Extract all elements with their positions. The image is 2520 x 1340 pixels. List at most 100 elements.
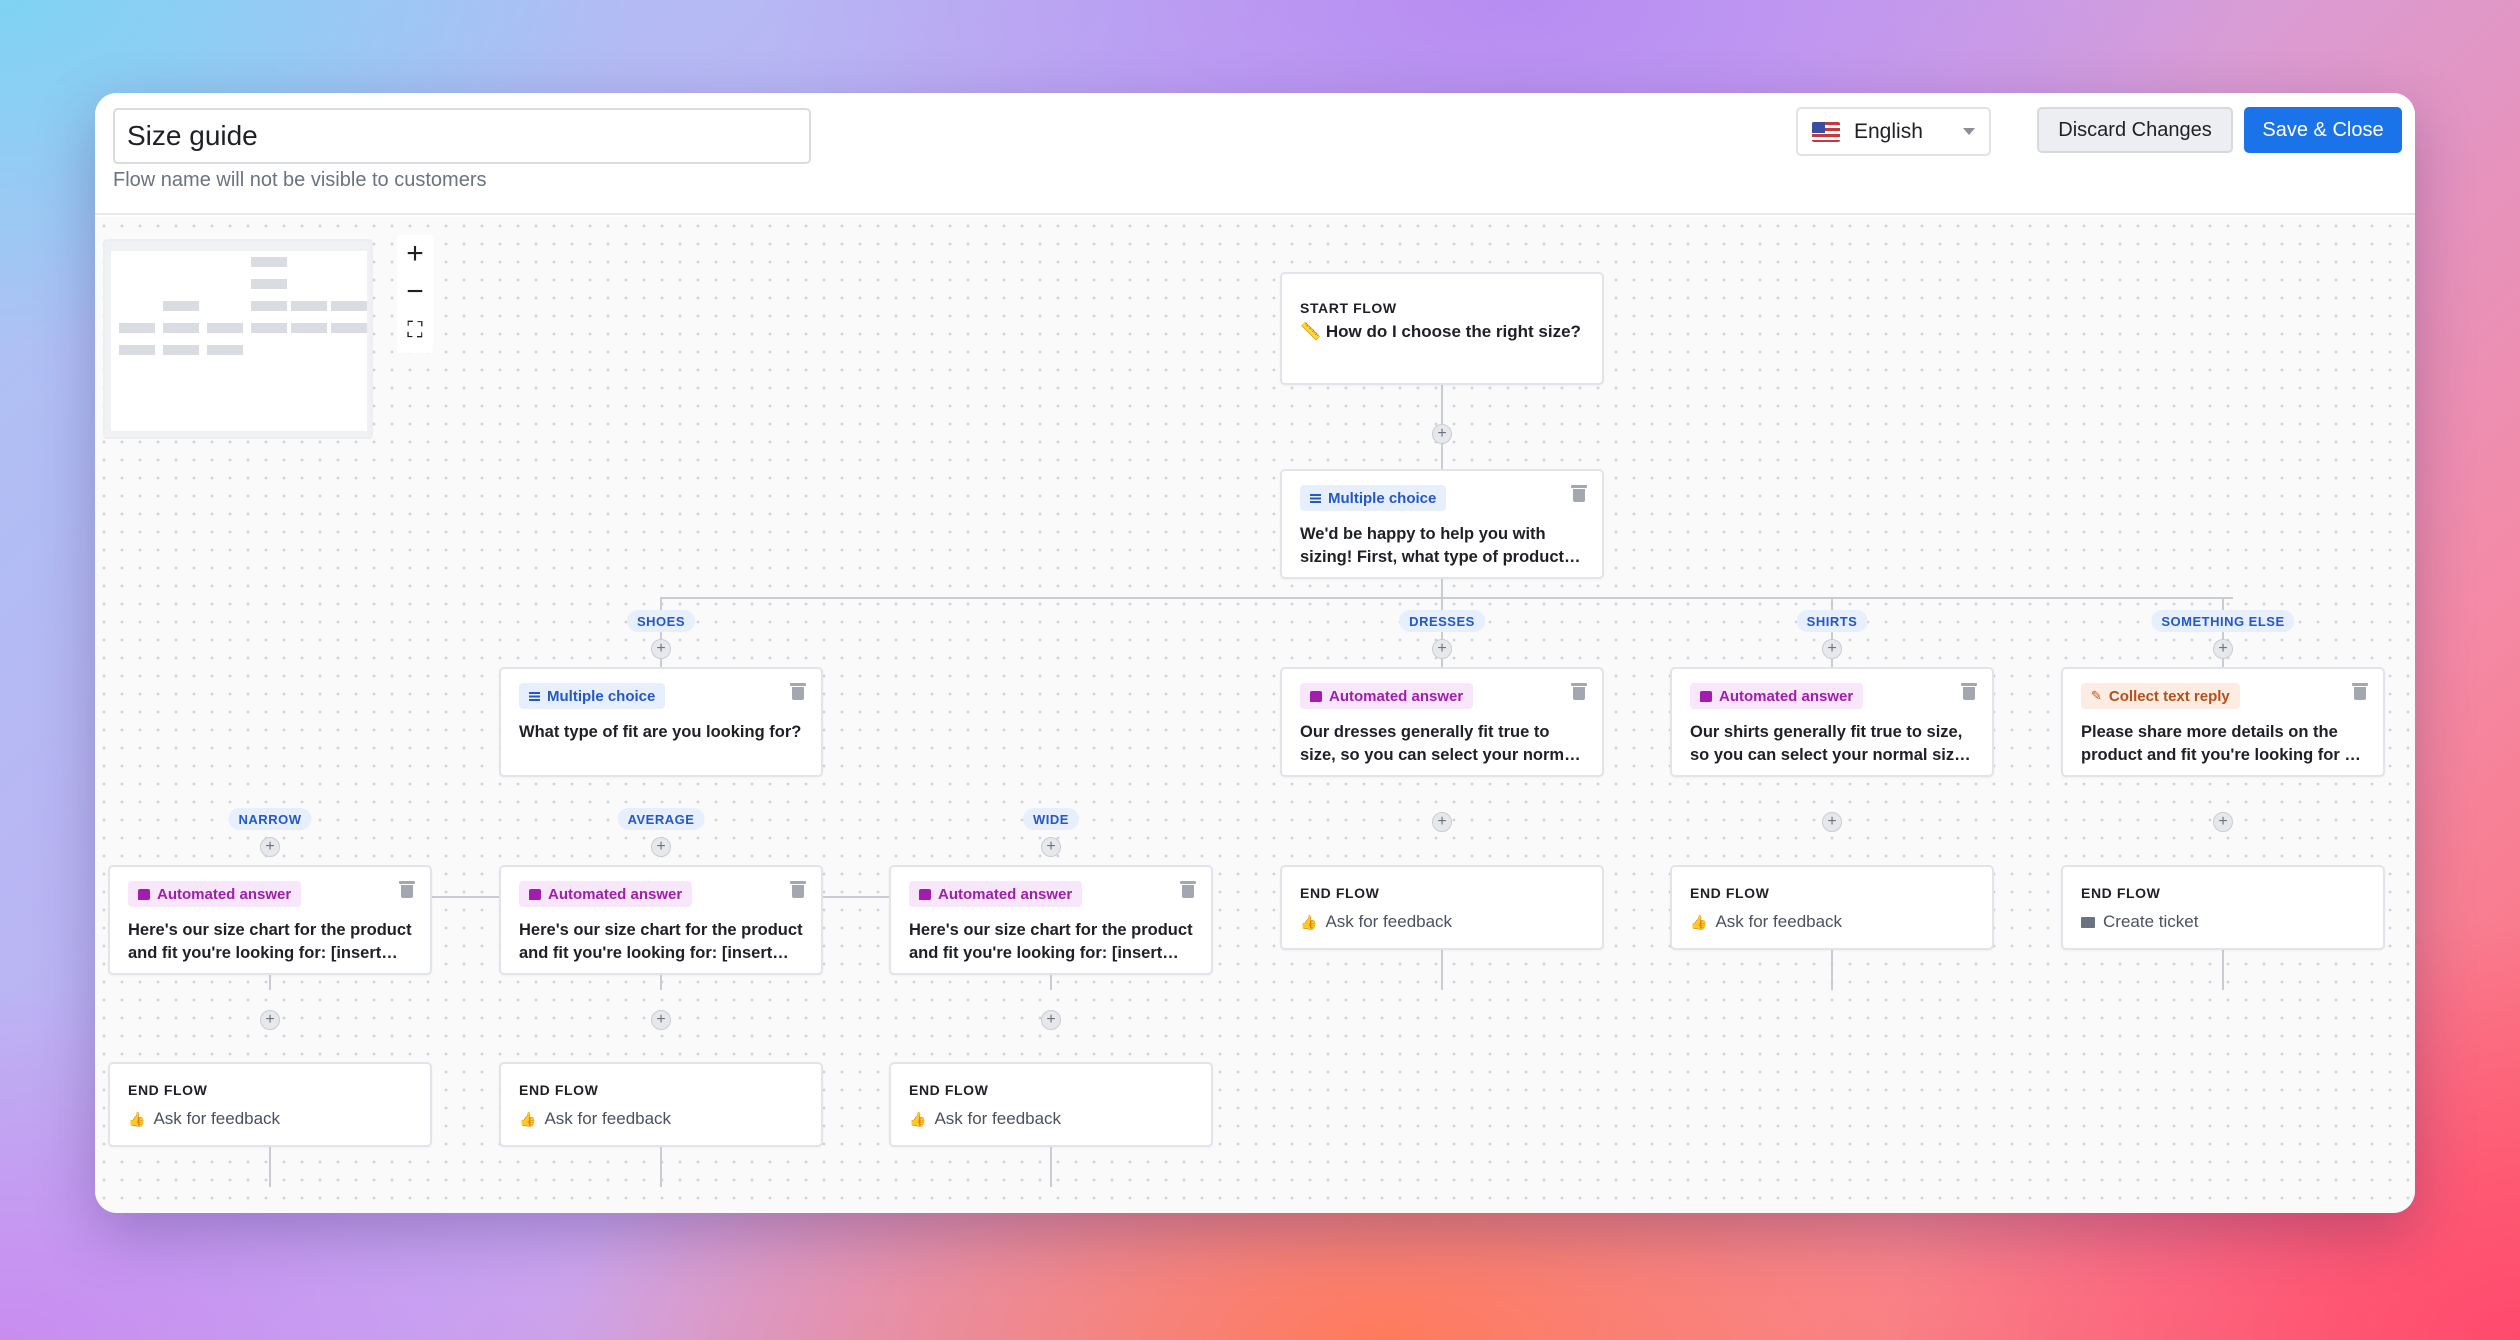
collect-text-reply-node[interactable]: ✎ Collect text reply Please share more de… xyxy=(2061,667,2385,777)
trash-icon[interactable] xyxy=(2352,683,2368,700)
thumbs-up-icon: 👍 xyxy=(128,1110,146,1127)
start-flow-node[interactable]: START FLOW 📏 How do I choose the right s… xyxy=(1280,272,1604,385)
end-flow-node[interactable]: END FLOW 👍 Ask for feedback xyxy=(1670,865,1994,950)
minimap[interactable] xyxy=(103,239,373,439)
thumbs-up-icon: 👍 xyxy=(1690,913,1708,930)
flow-name-input[interactable] xyxy=(113,108,811,164)
editor-header: Flow name will not be visible to custome… xyxy=(95,93,2415,215)
trash-icon[interactable] xyxy=(1180,881,1196,898)
branch-label-average[interactable]: AVERAGE xyxy=(617,808,705,830)
flow-editor-window: Flow name will not be visible to custome… xyxy=(95,93,2415,1213)
end-flow-action: 👍 Ask for feedback xyxy=(1300,912,1453,931)
step-type-tag: Automated answer xyxy=(1300,683,1474,709)
step-message: Please share more details on the product… xyxy=(2081,723,2364,764)
trash-icon[interactable] xyxy=(790,683,806,700)
end-flow-node[interactable]: END FLOW Create ticket xyxy=(2061,865,2385,950)
add-step-button[interactable]: + xyxy=(2213,639,2233,659)
chat-bubble-icon xyxy=(529,888,541,900)
end-flow-node[interactable]: END FLOW 👍 Ask for feedback xyxy=(499,1062,823,1147)
add-step-button[interactable]: + xyxy=(260,837,280,857)
step-type-tag: Multiple choice xyxy=(1300,485,1447,511)
end-flow-action: 👍 Ask for feedback xyxy=(128,1109,281,1128)
add-step-button[interactable]: + xyxy=(651,1010,671,1030)
branch-label-shirts[interactable]: SHIRTS xyxy=(1796,610,1868,632)
step-message: Here's our size chart for the product an… xyxy=(519,921,803,962)
zoom-in-button[interactable]: + xyxy=(397,235,433,273)
discard-changes-button[interactable]: Discard Changes xyxy=(2037,107,2233,153)
add-step-button[interactable]: + xyxy=(1041,837,1061,857)
us-flag-icon xyxy=(1812,121,1840,142)
step-message: Here's our size chart for the product an… xyxy=(909,921,1193,962)
add-step-button[interactable]: + xyxy=(651,837,671,857)
step-type-tag: Automated answer xyxy=(1690,683,1864,709)
minimap-node xyxy=(119,345,155,355)
automated-answer-node[interactable]: Automated answer Here's our size chart f… xyxy=(889,865,1213,975)
trash-icon[interactable] xyxy=(399,881,415,898)
edge xyxy=(660,597,2233,599)
end-flow-node[interactable]: END FLOW 👍 Ask for feedback xyxy=(108,1062,432,1147)
branch-label-dresses[interactable]: DRESSES xyxy=(1399,610,1485,632)
step-type-tag: ✎ Collect text reply xyxy=(2081,683,2240,709)
branch-label-something-else[interactable]: SOMETHING ELSE xyxy=(2151,610,2295,632)
add-step-button[interactable]: + xyxy=(1432,639,1452,659)
language-label: English xyxy=(1854,119,1923,143)
minimap-node xyxy=(163,323,199,333)
language-select[interactable]: English xyxy=(1796,107,1991,156)
thumbs-up-icon: 👍 xyxy=(909,1110,927,1127)
automated-answer-node[interactable]: Automated answer Our shirts generally fi… xyxy=(1670,667,1994,777)
branch-label-wide[interactable]: WIDE xyxy=(1023,808,1079,830)
flow-canvas[interactable]: + − ⛶ + + + + + + + + + + + + + + SHOES … xyxy=(95,217,2415,1213)
trash-icon[interactable] xyxy=(1571,683,1587,700)
branch-label-narrow[interactable]: NARROW xyxy=(228,808,312,830)
pencil-icon: ✎ xyxy=(2091,688,2102,703)
minimap-viewport xyxy=(111,251,367,431)
thumbs-up-icon: 👍 xyxy=(519,1110,537,1127)
end-flow-label: END FLOW xyxy=(128,1082,208,1098)
add-step-button[interactable]: + xyxy=(1432,424,1452,444)
chat-bubble-icon xyxy=(919,888,931,900)
branch-label-shoes[interactable]: SHOES xyxy=(626,610,696,632)
list-icon xyxy=(529,691,540,701)
automated-answer-node[interactable]: Automated answer Here's our size chart f… xyxy=(108,865,432,975)
automated-answer-node[interactable]: Automated answer Our dresses generally f… xyxy=(1280,667,1604,777)
automated-answer-node[interactable]: Automated answer Here's our size chart f… xyxy=(499,865,823,975)
minimap-node xyxy=(291,323,327,333)
step-message: Our dresses generally fit true to size, … xyxy=(1300,723,1578,764)
add-step-button[interactable]: + xyxy=(651,639,671,659)
step-message: What type of fit are you looking for? xyxy=(519,723,802,741)
minimap-node xyxy=(207,323,243,333)
minimap-node xyxy=(251,323,287,333)
add-step-button[interactable]: + xyxy=(1432,812,1452,832)
end-flow-label: END FLOW xyxy=(1300,885,1380,901)
end-flow-action: Create ticket xyxy=(2081,912,2198,932)
trash-icon[interactable] xyxy=(1571,485,1587,502)
start-flow-title: START FLOW xyxy=(1300,300,1397,316)
end-flow-node[interactable]: END FLOW 👍 Ask for feedback xyxy=(1280,865,1604,950)
end-flow-node[interactable]: END FLOW 👍 Ask for feedback xyxy=(889,1062,1213,1147)
add-step-button[interactable]: + xyxy=(1041,1010,1061,1030)
end-flow-action: 👍 Ask for feedback xyxy=(909,1109,1062,1128)
minimap-node xyxy=(251,301,287,311)
trash-icon[interactable] xyxy=(1961,683,1977,700)
chat-bubble-icon xyxy=(138,888,150,900)
fit-view-button[interactable]: ⛶ xyxy=(397,311,433,349)
minimap-node xyxy=(331,301,367,311)
add-step-button[interactable]: + xyxy=(260,1010,280,1030)
minimap-node xyxy=(163,345,199,355)
edge xyxy=(1441,578,1443,598)
flow-name-hint: Flow name will not be visible to custome… xyxy=(113,169,487,191)
add-step-button[interactable]: + xyxy=(1822,639,1842,659)
step-message: Our shirts generally fit true to size, s… xyxy=(1690,723,1964,764)
step-type-tag: Multiple choice xyxy=(519,683,666,709)
trash-icon[interactable] xyxy=(790,881,806,898)
add-step-button[interactable]: + xyxy=(2213,812,2233,832)
end-flow-action: 👍 Ask for feedback xyxy=(1690,912,1843,931)
add-step-button[interactable]: + xyxy=(1822,812,1842,832)
minimap-node xyxy=(251,279,287,289)
start-flow-trigger: 📏 How do I choose the right size? xyxy=(1300,322,1581,341)
save-close-button[interactable]: Save & Close xyxy=(2244,107,2402,153)
zoom-out-button[interactable]: − xyxy=(397,273,433,311)
multiple-choice-node[interactable]: Multiple choice What type of fit are you… xyxy=(499,667,823,777)
multiple-choice-node[interactable]: Multiple choice We'd be happy to help yo… xyxy=(1280,469,1604,579)
minimap-node xyxy=(291,301,327,311)
